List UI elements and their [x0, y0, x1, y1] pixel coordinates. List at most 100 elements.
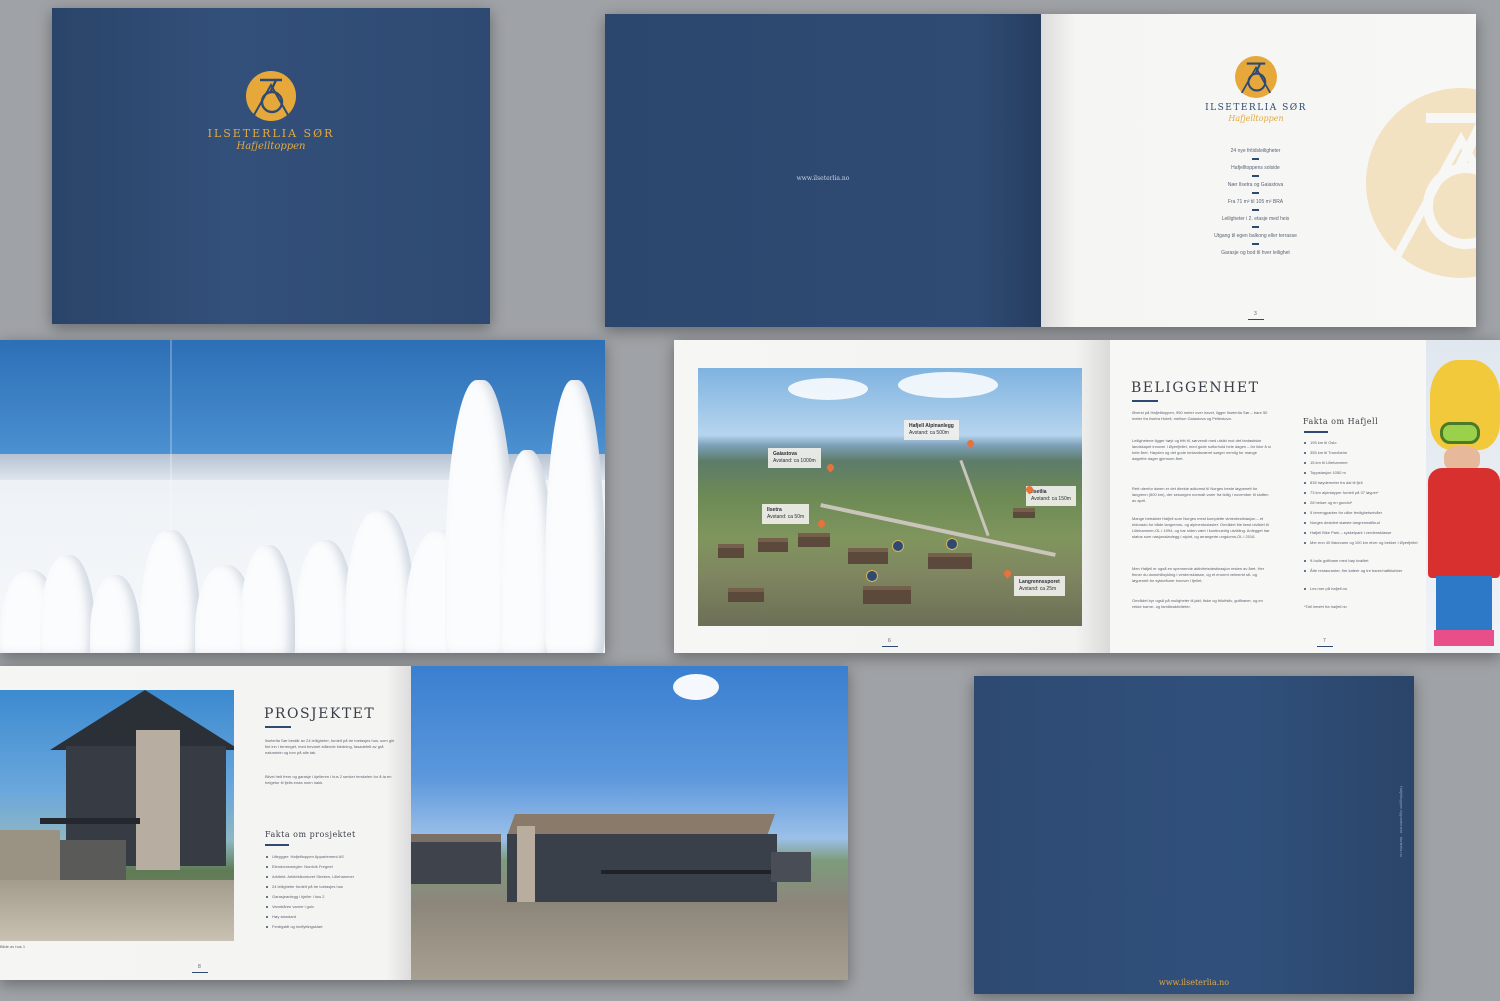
list-bullet: [266, 916, 268, 918]
map-label-gaiastova: Gaiastova Avstand: ca 1000m: [768, 448, 821, 468]
fact-item: Høy standard: [272, 914, 297, 919]
feature-divider: [1252, 243, 1259, 245]
project-marker-icon: [946, 538, 958, 550]
list-bullet: [266, 926, 268, 928]
list-bullet: [1304, 588, 1306, 590]
road: [959, 459, 990, 537]
feature-item: Leiligheter i 2. etasje med heis: [1221, 216, 1290, 222]
list-bullet: [1304, 462, 1306, 464]
fact-item: 28 heiser og en gondol*: [1310, 500, 1353, 505]
child-skier-photo: [1426, 340, 1500, 653]
stone-wall: [0, 830, 60, 880]
list-bullet: [266, 896, 268, 898]
cabin: [718, 544, 744, 558]
feature-divider: [1252, 192, 1259, 194]
map-label-ilsetra: Ilsetra Avstand: ca 50m: [762, 504, 810, 524]
body-paragraph: Rett utenfor døren er det direkte adkoms…: [1132, 486, 1269, 503]
list-bullet: [1304, 542, 1306, 544]
intro-left-page: www.ilseterlia.no: [605, 14, 1041, 327]
map-label-langrennssporet: Langrennssporet Avstand: ca 25m: [1014, 576, 1065, 596]
list-bullet: [266, 856, 268, 858]
fact-item: 24 leiligheter fordelt på tre toetasjes …: [272, 884, 343, 889]
fact-item: Hafjell Bike Park – sykkelpark i verdens…: [1310, 530, 1392, 535]
cabin: [798, 533, 830, 547]
fact-item: Eiendomsmegler: Nordvik Fregnet: [272, 864, 333, 869]
list-bullet: [266, 886, 268, 888]
cabin: [928, 553, 972, 569]
cabin: [1013, 508, 1035, 518]
feature-item: Nær Ilsetra og Gaiastova: [1227, 182, 1284, 188]
brand-logo-icon: [246, 71, 296, 121]
page-number: 8: [198, 964, 201, 970]
fact-item: Norges desidert største langrennstilbud: [1310, 520, 1380, 525]
cloud: [898, 372, 998, 398]
list-bullet: [1304, 452, 1306, 454]
feature-divider: [1252, 226, 1259, 228]
page-number: 6: [888, 638, 891, 644]
balcony: [40, 818, 140, 824]
fact-item: 355 km til Trondheim: [1310, 450, 1348, 455]
body-paragraph: Leilighetene ligger høyt og fritt til, s…: [1132, 438, 1271, 461]
page-number-bar: [882, 646, 898, 647]
fact-item: 9-hulls golfbane med høy kvalitet: [1310, 558, 1369, 563]
project-facts-list: Utbygger: Hafjelltoppen Appartement AS E…: [266, 854, 406, 934]
ski-boots: [1434, 630, 1494, 646]
list-bullet: [266, 906, 268, 908]
facts-list: 195 km til Oslo 355 km til Trondheim 15 …: [1304, 440, 1424, 600]
brand-logo-icon: [1235, 56, 1277, 98]
list-bullet: [1304, 492, 1306, 494]
list-bullet: [1304, 532, 1306, 534]
apartment-wall: [507, 834, 777, 904]
red-jacket: [1428, 468, 1500, 578]
list-bullet: [1304, 522, 1306, 524]
cabin: [848, 548, 888, 564]
feature-divider: [1252, 158, 1259, 160]
brochure-location-spread: Gaiastova Avstand: ca 1000m Hafjell Alpin…: [674, 340, 1500, 653]
garage: [56, 840, 126, 880]
body-paragraph: Men Hafjell er også en spennende aktivit…: [1132, 566, 1265, 583]
brand-tagline: Hafjelltoppen: [236, 141, 306, 152]
apartment-roof: [506, 814, 776, 836]
feature-item: Hafjelltoppens solside: [1231, 165, 1280, 171]
brand-name: ILSETERLIA SØR: [207, 127, 335, 140]
blue-pants: [1436, 576, 1492, 636]
cloud: [788, 378, 868, 400]
brochure-back-cover: Hafjelltoppen Appartement · ilseterlia.n…: [974, 676, 1414, 994]
list-bullet: [266, 876, 268, 878]
map-label-hafjell-alpinanlegg: Hafjell Alpinanlegg Avstand: ca 500m: [904, 420, 959, 440]
list-bullet: [1304, 512, 1306, 514]
fact-item: 73 km alpinløyper fordelt på 37 løyper*: [1310, 490, 1379, 495]
location-pin-icon: [965, 438, 976, 449]
cloud: [673, 674, 719, 700]
body-paragraph: Øverst på Hafjelltoppen, 950 meter over …: [1132, 410, 1268, 421]
list-bullet: [1304, 502, 1306, 504]
location-pin-icon: [1002, 568, 1013, 579]
fact-item: 195 km til Oslo: [1310, 440, 1337, 445]
fact-item: Mer enn 40 fiskevann og 100 km elver og …: [1310, 540, 1418, 545]
page-number-bar: [1248, 319, 1264, 320]
feature-item: Utgang til egen balkong eller terrasse: [1214, 233, 1297, 239]
fact-item: Toppstasjon 1050 m: [1310, 470, 1346, 475]
body-paragraph: Bilvei helt frem og garasje i kjelleren …: [265, 774, 392, 785]
facts-heading: Fakta om Hafjell: [1303, 417, 1379, 426]
section-heading: BELIGGENHET: [1131, 380, 1260, 396]
brochure-front-cover: ILSETERLIA SØR Hafjelltoppen: [52, 8, 490, 324]
feature-divider: [1252, 209, 1259, 211]
apartment-building-photo: [411, 666, 848, 980]
photo-caption: Bilde av hus 1: [0, 944, 26, 949]
feature-list: 24 nye fritidsleiligheter Hafjelltoppens…: [1113, 148, 1398, 268]
goggles: [1440, 422, 1480, 444]
brochure-project-spread: Bilde av hus 1 PROSJEKTET Ilseterlia Sør…: [0, 666, 848, 980]
body-paragraph: Ilseterlia Sør består av 24 leiligheter,…: [265, 738, 395, 755]
feature-item: Fra 71 m² til 105 m² BRA: [1227, 199, 1284, 205]
brochure-intro-spread: www.ilseterlia.no ILSETERLIA SØR Hafjell…: [605, 14, 1476, 327]
feature-item: 24 nye fritidsleiligheter: [1230, 148, 1281, 154]
heading-underline: [265, 726, 291, 728]
cabin: [758, 538, 788, 552]
distant-building: [771, 852, 811, 882]
page-number-bar: [192, 972, 208, 973]
page-number: 7: [1323, 638, 1326, 644]
feature-divider: [1252, 175, 1259, 177]
facts-underline: [265, 844, 289, 846]
fact-item: Ferdigstilt og innflyttingsklart: [272, 924, 323, 929]
